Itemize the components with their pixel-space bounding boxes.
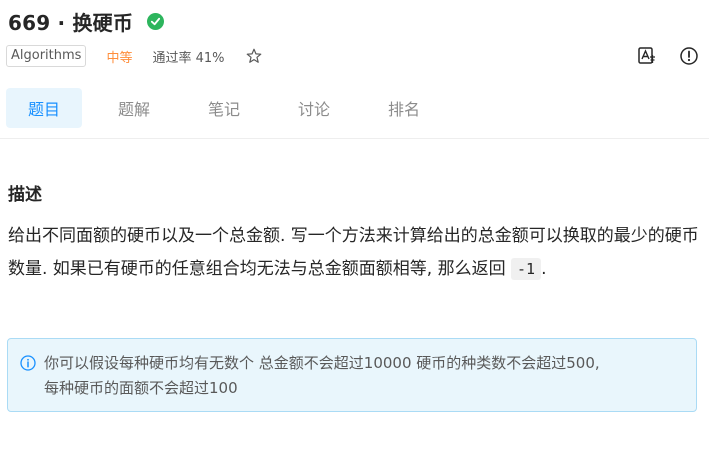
tab-solutions[interactable]: 题解 (96, 88, 172, 128)
tabs-divider (0, 138, 709, 139)
tab-notes[interactable]: 笔记 (186, 88, 262, 128)
tab-ranking[interactable]: 排名 (366, 88, 442, 128)
difficulty-label: 中等 (106, 50, 133, 66)
note-box: 你可以假设每种硬币均有无数个 总金额不会超过10000 硬币的种类数不会超过50… (7, 338, 697, 412)
meta-actions (637, 46, 703, 66)
description-suffix: . (541, 259, 547, 279)
problem-title: 669 · 换硬币 (8, 10, 134, 35)
meta-row: Algorithms 中等 通过率 41% (6, 44, 703, 68)
description-body: 给出不同面额的硬币以及一个总金额. 写一个方法来计算给出的总金额可以换取的最少的… (8, 226, 699, 279)
description-text: 给出不同面额的硬币以及一个总金额. 写一个方法来计算给出的总金额可以换取的最少的… (8, 220, 705, 286)
note-line-2: 每种硬币的面额不会超过100 (44, 379, 238, 397)
description-heading: 描述 (8, 185, 42, 205)
note-line-1: 你可以假设每种硬币均有无数个 总金额不会超过10000 硬币的种类数不会超过50… (44, 354, 600, 372)
verified-icon (147, 12, 165, 30)
star-icon[interactable] (245, 47, 263, 65)
inline-code: -1 (511, 258, 542, 280)
tab-problem[interactable]: 题目 (6, 88, 82, 128)
title-row: 669 · 换硬币 (8, 6, 165, 36)
tab-discussion[interactable]: 讨论 (276, 88, 352, 128)
tag-algorithms[interactable]: Algorithms (6, 45, 87, 67)
report-icon[interactable] (679, 46, 699, 66)
translate-icon[interactable] (637, 46, 657, 66)
note-text: 你可以假设每种硬币均有无数个 总金额不会超过10000 硬币的种类数不会超过50… (44, 351, 686, 401)
problem-tabs: 题目 题解 笔记 讨论 排名 (6, 88, 456, 128)
info-icon (20, 355, 36, 371)
pass-rate: 通过率 41% (152, 50, 225, 66)
